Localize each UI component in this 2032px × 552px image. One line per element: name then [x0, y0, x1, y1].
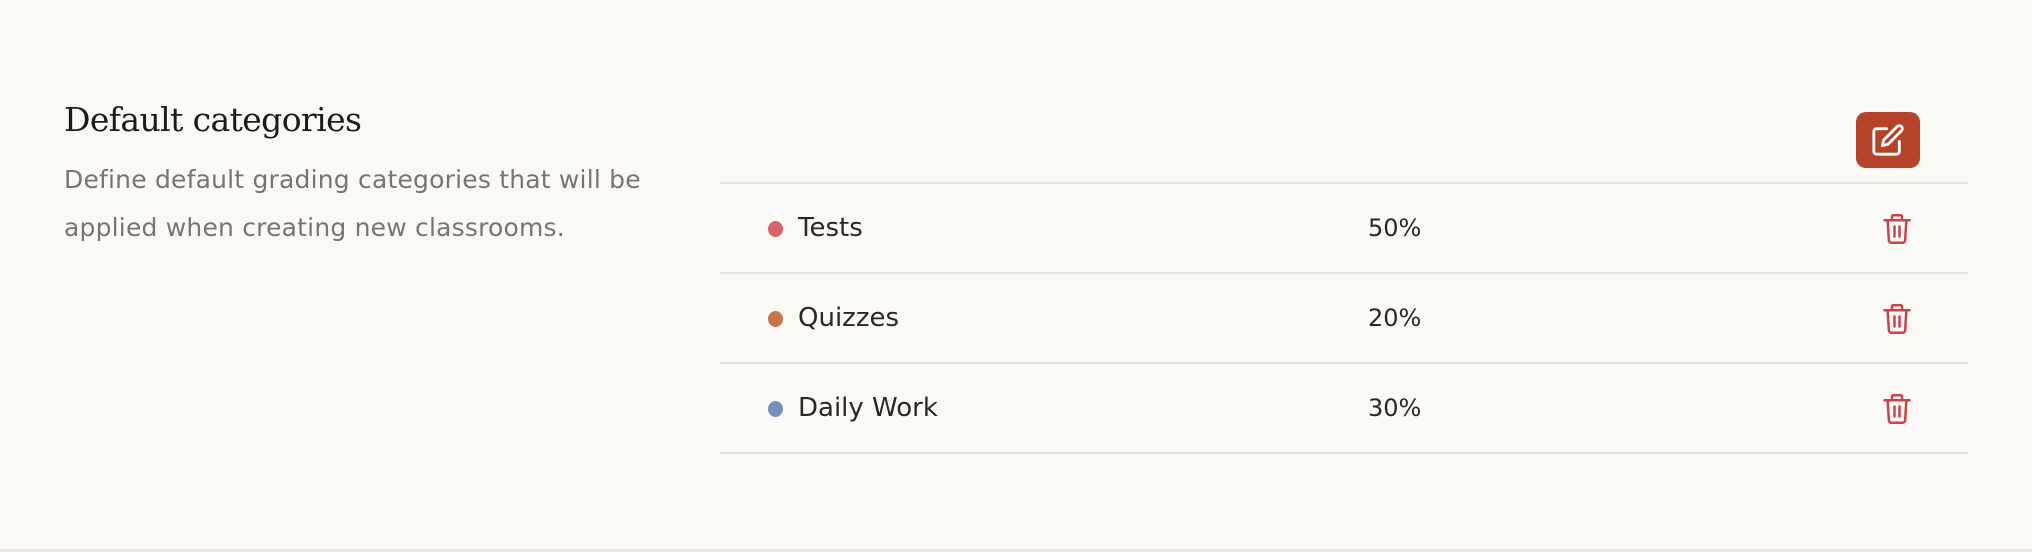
- category-color-dot: [768, 401, 783, 417]
- category-weight: 30%: [1368, 394, 1422, 422]
- trash-icon: [1883, 394, 1911, 424]
- category-row-quizzes: Quizzes 20%: [720, 274, 1968, 364]
- trash-icon: [1883, 304, 1911, 334]
- category-row-daily-work: Daily Work 30%: [720, 364, 1968, 454]
- category-weight: 20%: [1368, 304, 1422, 332]
- section-intro: Default categories Define default gradin…: [64, 92, 664, 252]
- edit-categories-button[interactable]: [1856, 112, 1920, 168]
- section-description: Define default grading categories that w…: [64, 165, 641, 242]
- section-title: Default categories: [64, 100, 362, 139]
- trash-icon: [1883, 214, 1911, 244]
- delete-category-button[interactable]: [1872, 384, 1922, 434]
- pencil-square-icon: [1872, 124, 1904, 156]
- category-weight: 50%: [1368, 214, 1422, 242]
- category-color-dot: [768, 221, 783, 237]
- delete-category-button[interactable]: [1872, 204, 1922, 254]
- category-name: Quizzes: [798, 303, 900, 333]
- default-categories-section: Default categories Define default gradin…: [0, 0, 2032, 550]
- category-row-tests: Tests 50%: [720, 184, 1968, 274]
- category-name: Tests: [798, 213, 863, 243]
- categories-table: Tests 50% Quizzes 20% Daily Work 30%: [720, 182, 1968, 454]
- delete-category-button[interactable]: [1872, 294, 1922, 344]
- category-color-dot: [768, 311, 783, 327]
- category-name: Daily Work: [798, 393, 938, 423]
